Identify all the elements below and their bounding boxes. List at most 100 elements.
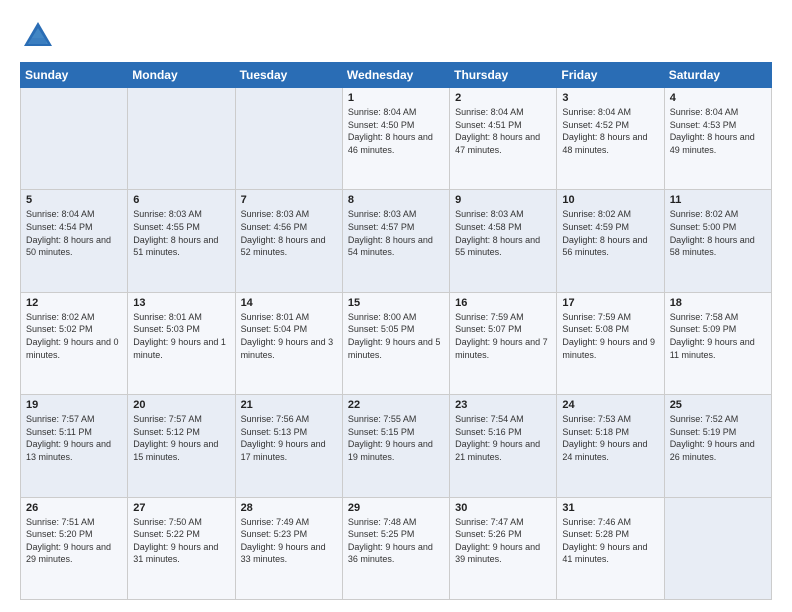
day-number: 12 (26, 297, 122, 309)
calendar-cell: 7 Sunrise: 8:03 AM Sunset: 4:56 PM Daylig… (235, 190, 342, 292)
calendar-cell (21, 88, 128, 190)
calendar-cell: 30Sunrise: 7:47 AM Sunset: 5:26 PM Dayli… (450, 497, 557, 599)
day-info: Sunrise: 8:02 AM Sunset: 5:02 PM Dayligh… (26, 311, 122, 361)
calendar-cell (128, 88, 235, 190)
day-number: 1 (348, 92, 444, 104)
weekday-header-thursday: Thursday (450, 63, 557, 88)
weekday-header-friday: Friday (557, 63, 664, 88)
day-info: Sunrise: 7:57 AM Sunset: 5:11 PM Dayligh… (26, 413, 122, 463)
calendar-cell: 24 Sunrise: 7:53 AM Sunset: 5:18 PM Dayli… (557, 395, 664, 497)
calendar-cell: 4Sunrise: 8:04 AM Sunset: 4:53 PM Daylig… (664, 88, 771, 190)
day-number: 15 (348, 297, 444, 309)
day-info: Sunrise: 7:50 AM Sunset: 5:22 PM Dayligh… (133, 516, 229, 566)
weekday-header-wednesday: Wednesday (342, 63, 449, 88)
header (20, 18, 772, 54)
calendar-week-row: 12 Sunrise: 8:02 AM Sunset: 5:02 PM Dayli… (21, 292, 772, 394)
calendar-cell: 15Sunrise: 8:00 AM Sunset: 5:05 PM Dayli… (342, 292, 449, 394)
day-info: Sunrise: 8:03 AM Sunset: 4:55 PM Dayligh… (133, 208, 229, 258)
day-info: Sunrise: 8:04 AM Sunset: 4:52 PM Dayligh… (562, 106, 658, 156)
calendar-header-row: SundayMondayTuesdayWednesdayThursdayFrid… (21, 63, 772, 88)
day-info: Sunrise: 8:04 AM Sunset: 4:50 PM Dayligh… (348, 106, 444, 156)
calendar-cell: 17 Sunrise: 7:59 AM Sunset: 5:08 PM Dayli… (557, 292, 664, 394)
calendar-cell: 5 Sunrise: 8:04 AM Sunset: 4:54 PM Daylig… (21, 190, 128, 292)
day-info: Sunrise: 8:01 AM Sunset: 5:03 PM Dayligh… (133, 311, 229, 361)
calendar-cell: 29 Sunrise: 7:48 AM Sunset: 5:25 PM Dayli… (342, 497, 449, 599)
day-info: Sunrise: 7:59 AM Sunset: 5:08 PM Dayligh… (562, 311, 658, 361)
day-number: 2 (455, 92, 551, 104)
calendar-week-row: 26 Sunrise: 7:51 AM Sunset: 5:20 PM Dayli… (21, 497, 772, 599)
day-number: 21 (241, 399, 337, 411)
calendar-cell: 2 Sunrise: 8:04 AM Sunset: 4:51 PM Daylig… (450, 88, 557, 190)
day-number: 7 (241, 194, 337, 206)
calendar-cell: 14Sunrise: 8:01 AM Sunset: 5:04 PM Dayli… (235, 292, 342, 394)
calendar-cell: 3 Sunrise: 8:04 AM Sunset: 4:52 PM Daylig… (557, 88, 664, 190)
day-info: Sunrise: 8:01 AM Sunset: 5:04 PM Dayligh… (241, 311, 337, 361)
day-info: Sunrise: 7:56 AM Sunset: 5:13 PM Dayligh… (241, 413, 337, 463)
day-info: Sunrise: 8:04 AM Sunset: 4:53 PM Dayligh… (670, 106, 766, 156)
calendar-cell: 18 Sunrise: 7:58 AM Sunset: 5:09 PM Dayli… (664, 292, 771, 394)
calendar-cell: 10Sunrise: 8:02 AM Sunset: 4:59 PM Dayli… (557, 190, 664, 292)
day-number: 25 (670, 399, 766, 411)
calendar-cell: 19 Sunrise: 7:57 AM Sunset: 5:11 PM Dayli… (21, 395, 128, 497)
day-info: Sunrise: 8:03 AM Sunset: 4:56 PM Dayligh… (241, 208, 337, 258)
day-number: 11 (670, 194, 766, 206)
calendar-cell: 22 Sunrise: 7:55 AM Sunset: 5:15 PM Dayli… (342, 395, 449, 497)
calendar-cell: 13 Sunrise: 8:01 AM Sunset: 5:03 PM Dayli… (128, 292, 235, 394)
day-number: 26 (26, 502, 122, 514)
day-info: Sunrise: 8:02 AM Sunset: 4:59 PM Dayligh… (562, 208, 658, 258)
day-number: 6 (133, 194, 229, 206)
day-info: Sunrise: 7:57 AM Sunset: 5:12 PM Dayligh… (133, 413, 229, 463)
calendar-cell: 25 Sunrise: 7:52 AM Sunset: 5:19 PM Dayli… (664, 395, 771, 497)
day-number: 16 (455, 297, 551, 309)
day-info: Sunrise: 7:52 AM Sunset: 5:19 PM Dayligh… (670, 413, 766, 463)
day-info: Sunrise: 7:51 AM Sunset: 5:20 PM Dayligh… (26, 516, 122, 566)
day-info: Sunrise: 7:47 AM Sunset: 5:26 PM Dayligh… (455, 516, 551, 566)
day-number: 3 (562, 92, 658, 104)
day-info: Sunrise: 8:03 AM Sunset: 4:57 PM Dayligh… (348, 208, 444, 258)
day-number: 29 (348, 502, 444, 514)
day-number: 31 (562, 502, 658, 514)
weekday-header-sunday: Sunday (21, 63, 128, 88)
page: SundayMondayTuesdayWednesdayThursdayFrid… (0, 0, 792, 612)
weekday-header-tuesday: Tuesday (235, 63, 342, 88)
calendar-cell: 28Sunrise: 7:49 AM Sunset: 5:23 PM Dayli… (235, 497, 342, 599)
weekday-header-monday: Monday (128, 63, 235, 88)
logo-icon (20, 18, 56, 54)
day-info: Sunrise: 7:53 AM Sunset: 5:18 PM Dayligh… (562, 413, 658, 463)
day-info: Sunrise: 8:04 AM Sunset: 4:54 PM Dayligh… (26, 208, 122, 258)
day-number: 27 (133, 502, 229, 514)
calendar-table: SundayMondayTuesdayWednesdayThursdayFrid… (20, 62, 772, 600)
calendar-cell: 20Sunrise: 7:57 AM Sunset: 5:12 PM Dayli… (128, 395, 235, 497)
day-number: 9 (455, 194, 551, 206)
day-number: 28 (241, 502, 337, 514)
calendar-week-row: 19 Sunrise: 7:57 AM Sunset: 5:11 PM Dayli… (21, 395, 772, 497)
calendar-cell: 11Sunrise: 8:02 AM Sunset: 5:00 PM Dayli… (664, 190, 771, 292)
day-info: Sunrise: 7:55 AM Sunset: 5:15 PM Dayligh… (348, 413, 444, 463)
calendar-cell: 23 Sunrise: 7:54 AM Sunset: 5:16 PM Dayli… (450, 395, 557, 497)
calendar-cell (235, 88, 342, 190)
calendar-cell: 16 Sunrise: 7:59 AM Sunset: 5:07 PM Dayli… (450, 292, 557, 394)
day-info: Sunrise: 8:04 AM Sunset: 4:51 PM Dayligh… (455, 106, 551, 156)
day-info: Sunrise: 7:59 AM Sunset: 5:07 PM Dayligh… (455, 311, 551, 361)
day-number: 19 (26, 399, 122, 411)
day-info: Sunrise: 7:54 AM Sunset: 5:16 PM Dayligh… (455, 413, 551, 463)
day-info: Sunrise: 8:03 AM Sunset: 4:58 PM Dayligh… (455, 208, 551, 258)
calendar-cell: 27 Sunrise: 7:50 AM Sunset: 5:22 PM Dayli… (128, 497, 235, 599)
calendar-cell: 26 Sunrise: 7:51 AM Sunset: 5:20 PM Dayli… (21, 497, 128, 599)
day-number: 17 (562, 297, 658, 309)
calendar-cell: 9 Sunrise: 8:03 AM Sunset: 4:58 PM Daylig… (450, 190, 557, 292)
day-number: 23 (455, 399, 551, 411)
calendar-cell: 21 Sunrise: 7:56 AM Sunset: 5:13 PM Dayli… (235, 395, 342, 497)
day-number: 18 (670, 297, 766, 309)
calendar-cell: 8 Sunrise: 8:03 AM Sunset: 4:57 PM Daylig… (342, 190, 449, 292)
calendar-week-row: 5 Sunrise: 8:04 AM Sunset: 4:54 PM Daylig… (21, 190, 772, 292)
day-info: Sunrise: 7:58 AM Sunset: 5:09 PM Dayligh… (670, 311, 766, 361)
day-number: 22 (348, 399, 444, 411)
day-number: 24 (562, 399, 658, 411)
day-number: 13 (133, 297, 229, 309)
calendar-cell: 1 Sunrise: 8:04 AM Sunset: 4:50 PM Daylig… (342, 88, 449, 190)
day-number: 8 (348, 194, 444, 206)
day-info: Sunrise: 7:48 AM Sunset: 5:25 PM Dayligh… (348, 516, 444, 566)
day-number: 5 (26, 194, 122, 206)
calendar-cell: 12 Sunrise: 8:02 AM Sunset: 5:02 PM Dayli… (21, 292, 128, 394)
